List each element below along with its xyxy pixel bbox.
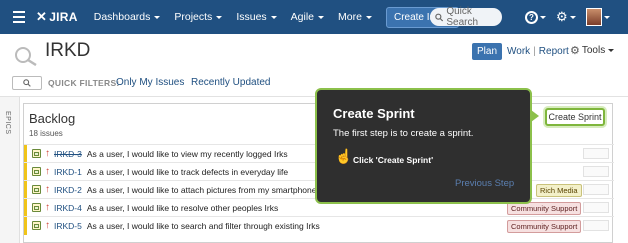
story-icon bbox=[32, 185, 41, 194]
quick-search-input[interactable]: Quick Search bbox=[430, 6, 502, 28]
nav-dashboards[interactable]: Dashboards bbox=[94, 11, 161, 23]
table-row[interactable]: ↑ IRKD-5 As a user, I would like to sear… bbox=[24, 216, 614, 235]
jira-logo-icon: ✕ bbox=[36, 9, 48, 24]
story-icon bbox=[32, 203, 41, 212]
tooltip-title: Create Sprint bbox=[333, 106, 415, 121]
chevron-down-icon bbox=[608, 49, 615, 52]
settings-menu[interactable]: ⚙ bbox=[556, 9, 576, 25]
nav-agile-label: Agile bbox=[290, 11, 315, 23]
priority-major-icon: ↑ bbox=[45, 201, 50, 213]
tooltip-body: The first step is to create a sprint. bbox=[333, 128, 474, 139]
priority-major-icon: ↑ bbox=[45, 183, 50, 195]
nav-more[interactable]: More bbox=[338, 11, 372, 23]
plan-mode-button[interactable]: Plan bbox=[472, 43, 503, 60]
issue-summary: As a user, I would like to attach pictur… bbox=[86, 184, 317, 195]
nav-agile[interactable]: Agile bbox=[290, 11, 325, 23]
view-switcher: Plan Work | Report bbox=[472, 43, 569, 60]
epic-label[interactable]: Community Support bbox=[507, 220, 582, 233]
story-icon bbox=[32, 167, 41, 176]
issue-key[interactable]: IRKD-2 bbox=[54, 185, 82, 195]
search-icon bbox=[23, 79, 31, 87]
quick-filters-label: QUICK FILTERS: bbox=[48, 78, 120, 88]
issue-key[interactable]: IRKD-3 bbox=[54, 149, 82, 159]
chevron-down-icon bbox=[603, 15, 610, 19]
tools-label: Tools bbox=[581, 45, 606, 56]
priority-major-icon: ↑ bbox=[45, 219, 50, 231]
create-sprint-button[interactable]: Create Sprint bbox=[545, 108, 605, 126]
nav-projects-label: Projects bbox=[174, 11, 213, 23]
page-title: IRKD bbox=[45, 40, 91, 61]
tools-menu-button[interactable]: ⚙ Tools bbox=[570, 44, 615, 57]
estimate-badge bbox=[583, 184, 609, 195]
chevron-down-icon bbox=[540, 15, 546, 19]
top-right-actions: ? ⚙ bbox=[525, 0, 610, 34]
header-divider bbox=[0, 96, 628, 97]
epic-label[interactable]: Rich Media bbox=[536, 184, 582, 197]
chevron-down-icon bbox=[318, 15, 325, 19]
pointer-hand-icon: ☝ bbox=[335, 148, 353, 164]
gear-icon: ⚙ bbox=[570, 45, 580, 57]
estimate-badge bbox=[583, 148, 609, 159]
chevron-down-icon bbox=[216, 15, 223, 19]
chevron-down-icon bbox=[365, 15, 372, 19]
jira-logo[interactable]: ✕ JIRA bbox=[36, 9, 78, 25]
top-navigation-bar: ✕ JIRA Dashboards Projects Issues Agile … bbox=[0, 0, 628, 34]
view-separator: | bbox=[533, 46, 536, 57]
backlog-title: Backlog bbox=[29, 111, 76, 126]
issue-key[interactable]: IRKD-5 bbox=[54, 221, 82, 231]
issue-key[interactable]: IRKD-1 bbox=[54, 167, 82, 177]
profile-menu[interactable] bbox=[585, 8, 610, 26]
issue-summary: As a user, I would like to resolve other… bbox=[86, 202, 279, 213]
help-icon: ? bbox=[525, 10, 538, 24]
issue-summary: As a user, I would like to view my recen… bbox=[86, 148, 288, 159]
previous-step-link[interactable]: Previous Step bbox=[455, 178, 514, 189]
priority-major-icon: ↑ bbox=[45, 147, 50, 159]
tooltip-hint: Click 'Create Sprint' bbox=[353, 155, 434, 165]
priority-major-icon: ↑ bbox=[45, 165, 50, 177]
story-icon bbox=[32, 221, 41, 230]
estimate-badge bbox=[583, 220, 609, 231]
quick-filter-search-input[interactable] bbox=[12, 76, 42, 90]
search-icon bbox=[435, 13, 444, 21]
epics-panel-toggle[interactable]: EPICS bbox=[0, 97, 20, 243]
nav-issues[interactable]: Issues bbox=[236, 11, 277, 23]
chevron-down-icon bbox=[154, 15, 161, 19]
estimate-badge bbox=[583, 202, 609, 213]
story-icon bbox=[32, 149, 41, 158]
avatar bbox=[585, 8, 602, 26]
app-switcher-icon[interactable] bbox=[6, 0, 32, 34]
nav-projects[interactable]: Projects bbox=[174, 11, 223, 23]
project-avatar-icon bbox=[15, 47, 37, 66]
backlog-issue-count: 18 issues bbox=[29, 129, 63, 138]
tooltip-pointer bbox=[531, 110, 539, 122]
epics-label: EPICS bbox=[4, 111, 11, 135]
filter-only-my-issues[interactable]: Only My Issues bbox=[116, 77, 184, 88]
issue-summary: As a user, I would like to search and fi… bbox=[86, 220, 320, 231]
filter-recently-updated[interactable]: Recently Updated bbox=[191, 77, 271, 88]
onboarding-tooltip: Create Sprint The first step is to creat… bbox=[315, 88, 532, 204]
jira-logo-text: JIRA bbox=[49, 10, 78, 24]
report-mode-link[interactable]: Report bbox=[539, 46, 569, 57]
main-nav: Dashboards Projects Issues Agile More Cr… bbox=[94, 6, 459, 28]
gear-icon: ⚙ bbox=[556, 9, 568, 24]
chevron-down-icon bbox=[270, 15, 277, 19]
issue-key[interactable]: IRKD-4 bbox=[54, 203, 82, 213]
help-menu[interactable]: ? bbox=[525, 10, 546, 24]
estimate-badge bbox=[583, 166, 609, 177]
nav-dashboards-label: Dashboards bbox=[93, 11, 151, 23]
work-mode-link[interactable]: Work bbox=[507, 46, 530, 57]
quick-search-placeholder: Quick Search bbox=[446, 6, 479, 28]
nav-more-label: More bbox=[338, 11, 362, 23]
nav-issues-label: Issues bbox=[236, 11, 267, 23]
issue-summary: As a user, I would like to track defects… bbox=[86, 166, 289, 177]
chevron-down-icon bbox=[569, 15, 576, 19]
